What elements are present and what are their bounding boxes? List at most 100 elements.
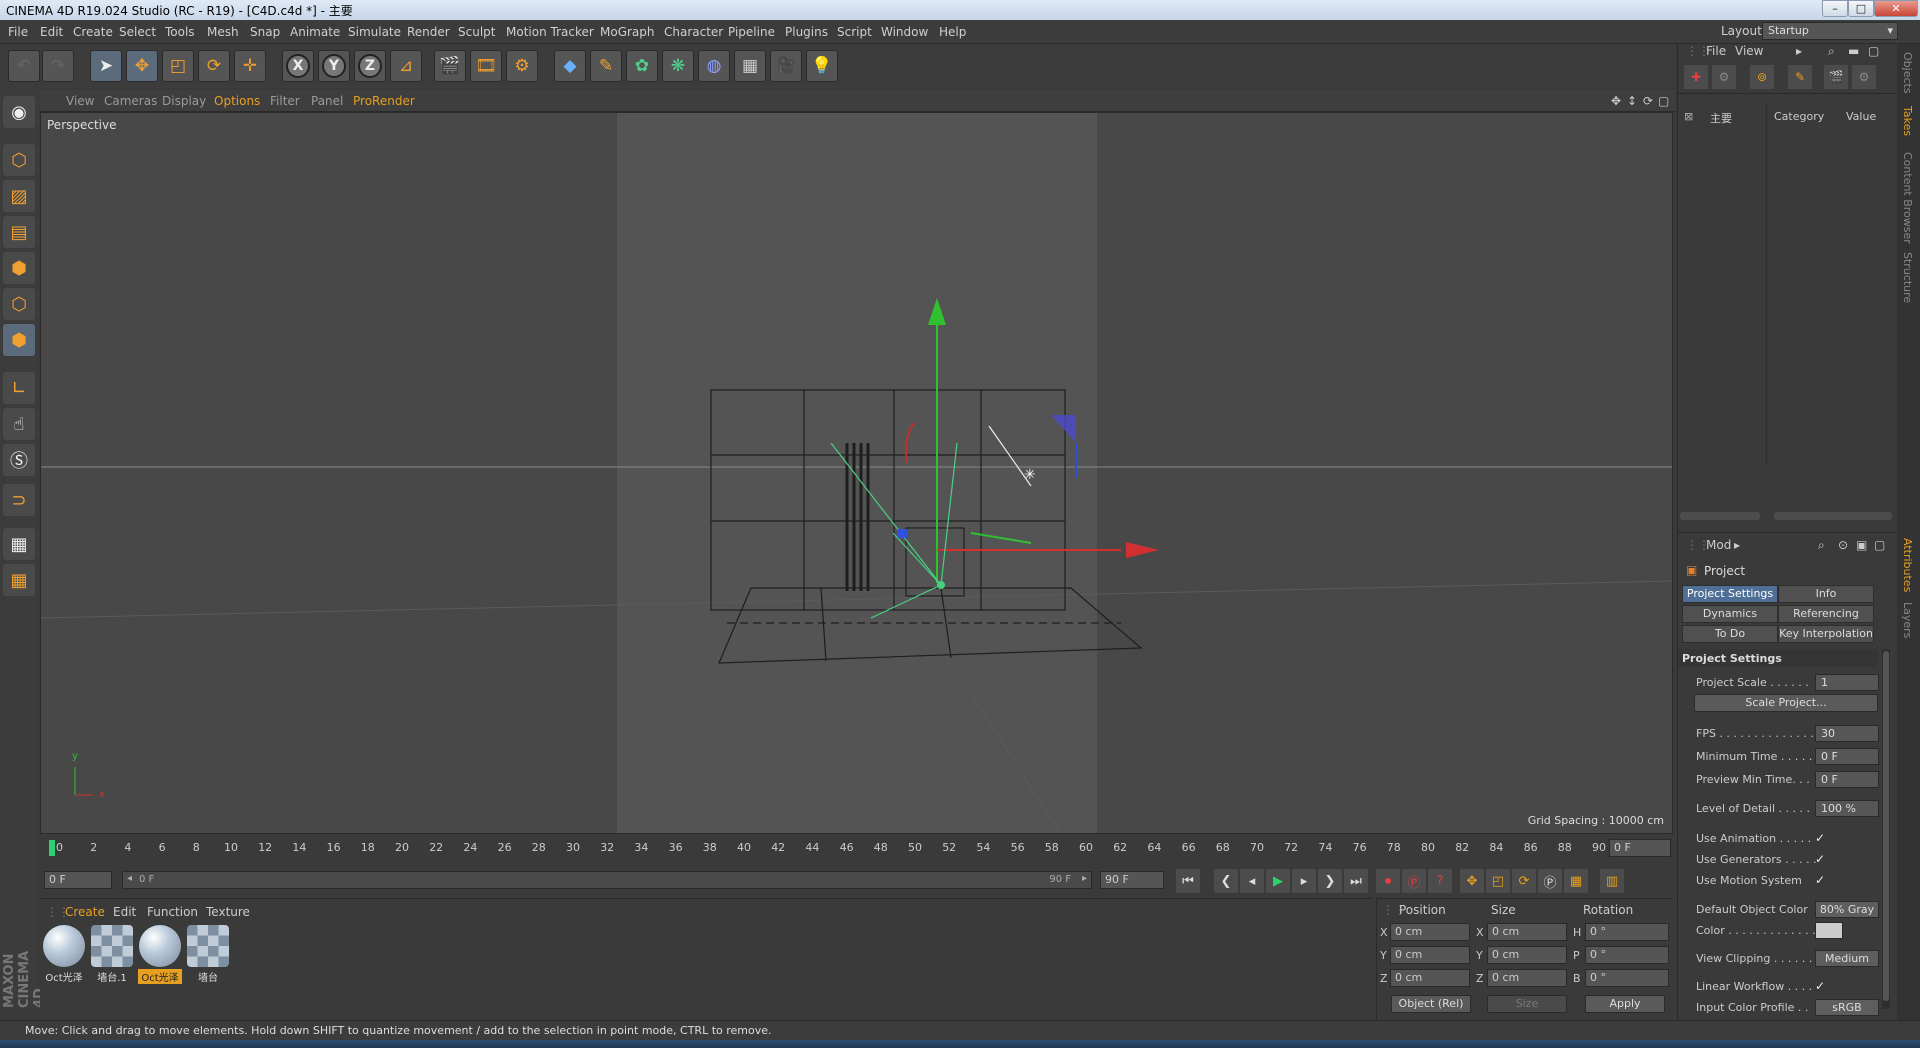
objects-horizontal-scrollbar[interactable]	[1680, 512, 1760, 520]
rot-h-field[interactable]: 0 °	[1585, 923, 1669, 941]
undo-icon[interactable]: ↶	[8, 50, 40, 82]
axis-mode-icon[interactable]: ∟	[3, 372, 35, 404]
key-rotation-icon[interactable]: ⟳	[1512, 869, 1536, 893]
menu-character[interactable]: Character	[664, 25, 723, 39]
side-tab-content-browser[interactable]: Content Browser	[1901, 152, 1914, 244]
viewport-menu-filter[interactable]: Filter	[270, 94, 300, 108]
attributes-scroll-thumb[interactable]	[1883, 651, 1889, 1001]
edges-mode-icon[interactable]: ⬡	[3, 288, 35, 320]
objects-more-icon[interactable]: ▸	[1796, 44, 1802, 58]
tab-referencing[interactable]: Referencing	[1778, 605, 1874, 623]
material-menu-create[interactable]: Create	[65, 905, 105, 919]
light-target-icon[interactable]: ✳	[1024, 467, 1036, 483]
size-y-field[interactable]: 0 cm	[1487, 946, 1567, 964]
attribute-checkbox[interactable]: ✓	[1815, 979, 1825, 993]
tab-to-do[interactable]: To Do	[1682, 625, 1778, 643]
attribute-value-field[interactable]: 100 %	[1815, 800, 1879, 817]
texture-mode-icon[interactable]: ▨	[3, 180, 35, 212]
menu-mograph[interactable]: MoGraph	[600, 25, 655, 39]
close-button[interactable]: ✕	[1874, 0, 1918, 17]
light-icon[interactable]: 💡	[806, 50, 838, 82]
key-parameter-icon[interactable]: Ⓟ	[1538, 869, 1562, 893]
key-pla-icon[interactable]: ▦	[1564, 869, 1588, 893]
objects-window-icon[interactable]: ▢	[1868, 44, 1879, 58]
menu-snap[interactable]: Snap	[250, 25, 280, 39]
attribute-value-field[interactable]: 30	[1815, 725, 1879, 742]
next-key-icon[interactable]: ❯	[1318, 869, 1342, 893]
selected-point[interactable]	[898, 529, 907, 538]
attribute-value-field[interactable]: 0 F	[1815, 748, 1879, 765]
take-lock-icon[interactable]: ⚙	[1852, 65, 1876, 89]
subdivision-icon[interactable]: ✿	[626, 50, 658, 82]
go-to-start-icon[interactable]: ⏮	[1176, 869, 1200, 893]
timeline-ruler[interactable]: 0 2 4 6 8 10 12 14 16 18 20 22 24 26 28 30 32 34 36 38 40 42 4…	[40, 836, 1673, 860]
side-tab-objects[interactable]: Objects	[1901, 52, 1914, 94]
attribute-dropdown[interactable]: sRGB	[1815, 999, 1879, 1016]
redo-icon[interactable]: ↷	[42, 50, 74, 82]
size-z-field[interactable]: 0 cm	[1487, 969, 1567, 987]
keyframe-selection-icon[interactable]: ?	[1428, 869, 1452, 893]
y-axis-button[interactable]: Y	[318, 50, 350, 82]
menu-render[interactable]: Render	[407, 25, 450, 39]
take-render-icon[interactable]: 🎬	[1824, 65, 1848, 89]
side-tab-attributes[interactable]: Attributes	[1901, 538, 1914, 592]
menu-pipeline[interactable]: Pipeline	[728, 25, 775, 39]
attribute-dropdown[interactable]: 80% Gray	[1815, 901, 1879, 918]
attribute-value-field[interactable]: 1	[1815, 674, 1879, 691]
make-editable-icon[interactable]: ◉	[3, 96, 35, 128]
polygons-mode-icon[interactable]: ⬢	[3, 324, 35, 356]
size-mode-select[interactable]: Size	[1487, 995, 1567, 1013]
z-axis-button[interactable]: Z	[354, 50, 386, 82]
pen-icon[interactable]: ✎	[590, 50, 622, 82]
snap-icon[interactable]: Ⓢ	[3, 444, 35, 476]
side-tab-layers[interactable]: Layers	[1901, 602, 1914, 638]
menu-create[interactable]: Create	[73, 25, 113, 39]
material-swatch[interactable]: Oct光泽	[42, 925, 86, 984]
model-mode-icon[interactable]: ⬡	[3, 144, 35, 176]
side-tab-takes[interactable]: Takes	[1901, 106, 1914, 136]
render-view-icon[interactable]: 🎬	[434, 50, 466, 82]
menu-sculpt[interactable]: Sculpt	[458, 25, 495, 39]
select-arrow-icon[interactable]: ➤	[90, 50, 122, 82]
objects-new-view-icon[interactable]: ▬	[1848, 44, 1859, 58]
viewport-maximize-icon[interactable]: ▢	[1658, 94, 1669, 108]
minimize-button[interactable]: –	[1822, 0, 1848, 17]
move-icon[interactable]: ✥	[126, 50, 158, 82]
attribute-checkbox[interactable]: ✓	[1815, 831, 1825, 845]
viewport-perspective[interactable]: ✳ Perspective y x Grid Spacing : 10000 c…	[40, 112, 1673, 834]
tweak-mode-icon[interactable]: ☝	[3, 408, 35, 440]
tab-info[interactable]: Info	[1778, 585, 1874, 603]
timeline-layout-icon[interactable]: ▥	[1600, 869, 1624, 893]
key-scale-icon[interactable]: ◰	[1486, 869, 1510, 893]
material-menu-edit[interactable]: Edit	[113, 905, 136, 919]
live-select-icon[interactable]: ✛	[234, 50, 266, 82]
objects-search-icon[interactable]: ⌕	[1828, 44, 1835, 59]
objects-menu-file[interactable]: File	[1706, 44, 1726, 58]
slider-right-arrow-icon[interactable]: ▸	[1082, 873, 1087, 884]
viewport-menu-panel[interactable]: Panel	[311, 94, 343, 108]
viewport-menu-cameras[interactable]: Cameras	[104, 94, 157, 108]
scale-icon[interactable]: ◰	[162, 50, 194, 82]
previous-key-icon[interactable]: ❮	[1214, 869, 1238, 893]
tab-dynamics[interactable]: Dynamics	[1682, 605, 1778, 623]
viewport-zoom-icon[interactable]: ↕	[1627, 94, 1637, 108]
menu-mesh[interactable]: Mesh	[207, 25, 239, 39]
rot-p-field[interactable]: 0 °	[1585, 946, 1669, 964]
pos-y-field[interactable]: 0 cm	[1390, 946, 1470, 964]
menu-window[interactable]: Window	[881, 25, 928, 39]
attributes-lock-icon[interactable]: ⊙	[1838, 538, 1848, 552]
lock-workplane-icon[interactable]: ▦	[3, 528, 35, 560]
pos-z-field[interactable]: 0 cm	[1390, 969, 1470, 987]
values-horizontal-scrollbar[interactable]	[1774, 512, 1892, 520]
material-swatch-selected[interactable]: Oct光泽	[138, 925, 182, 984]
size-x-field[interactable]: 0 cm	[1487, 923, 1567, 941]
attribute-value-field[interactable]: 0 F	[1815, 771, 1879, 788]
attributes-mode-menu[interactable]: Mod	[1706, 538, 1731, 552]
menu-tools[interactable]: Tools	[165, 25, 195, 39]
attributes-scrollbar[interactable]	[1882, 649, 1890, 1009]
menu-help[interactable]: Help	[939, 25, 966, 39]
layout-select[interactable]: Startup ▾	[1762, 22, 1898, 40]
menu-animate[interactable]: Animate	[290, 25, 340, 39]
menu-file[interactable]: File	[8, 25, 28, 39]
light-source-icon[interactable]	[937, 581, 945, 589]
